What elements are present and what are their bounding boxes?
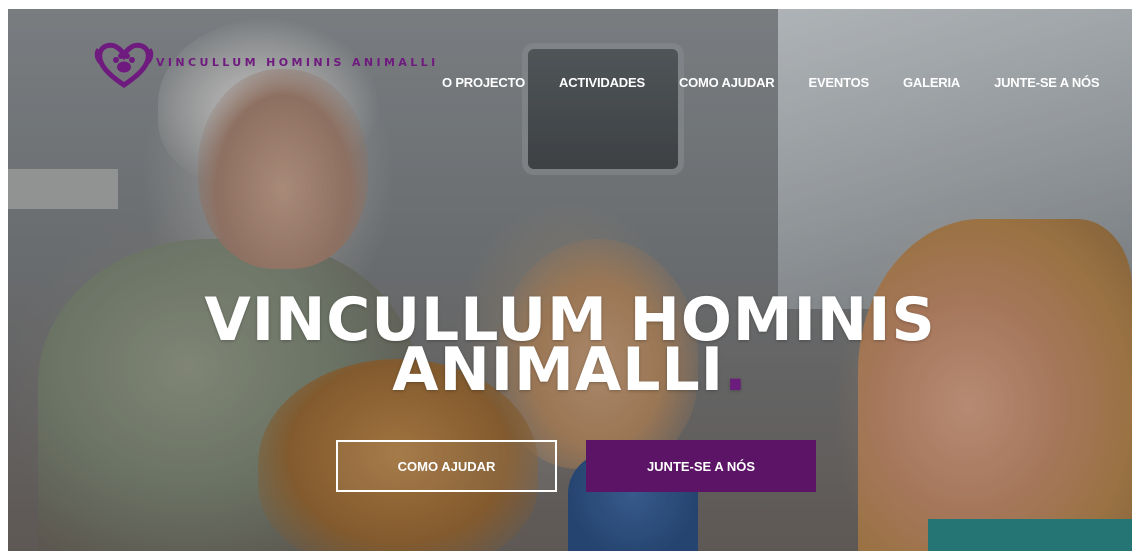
nav-item-eventos[interactable]: EVENTOS	[808, 75, 869, 90]
nav-item-o-projecto[interactable]: O PROJECTO	[442, 75, 525, 90]
hero-section: VINCULLUM HOMINIS ANIMALLI O PROJECTO AC…	[8, 9, 1132, 551]
hero-title-accent-dot: .	[724, 335, 748, 405]
nav-item-actividades[interactable]: ACTIVIDADES	[559, 75, 645, 90]
nav-item-junte-se[interactable]: JUNTE-SE A NÓS	[994, 75, 1100, 90]
site-logo[interactable]: VINCULLUM HOMINIS ANIMALLI	[94, 39, 439, 89]
site-name: VINCULLUM HOMINIS ANIMALLI	[156, 55, 439, 69]
nav-item-como-ajudar[interactable]: COMO AJUDAR	[679, 75, 775, 90]
hero-overlay	[8, 9, 1132, 551]
nav-item-galeria[interactable]: GALERIA	[903, 75, 960, 90]
hero-title-animalli: ANIMALLI	[392, 335, 725, 405]
heart-paw-icon	[94, 39, 154, 89]
hero-title: VINCULLUM HOMINIS ANIMALLI.	[8, 290, 1132, 400]
como-ajudar-button[interactable]: COMO AJUDAR	[336, 440, 557, 492]
hero-title-line-2: ANIMALLI.	[8, 340, 1132, 400]
main-nav: O PROJECTO ACTIVIDADES COMO AJUDAR EVENT…	[442, 75, 1100, 90]
junte-se-button[interactable]: JUNTE-SE A NÓS	[586, 440, 816, 492]
